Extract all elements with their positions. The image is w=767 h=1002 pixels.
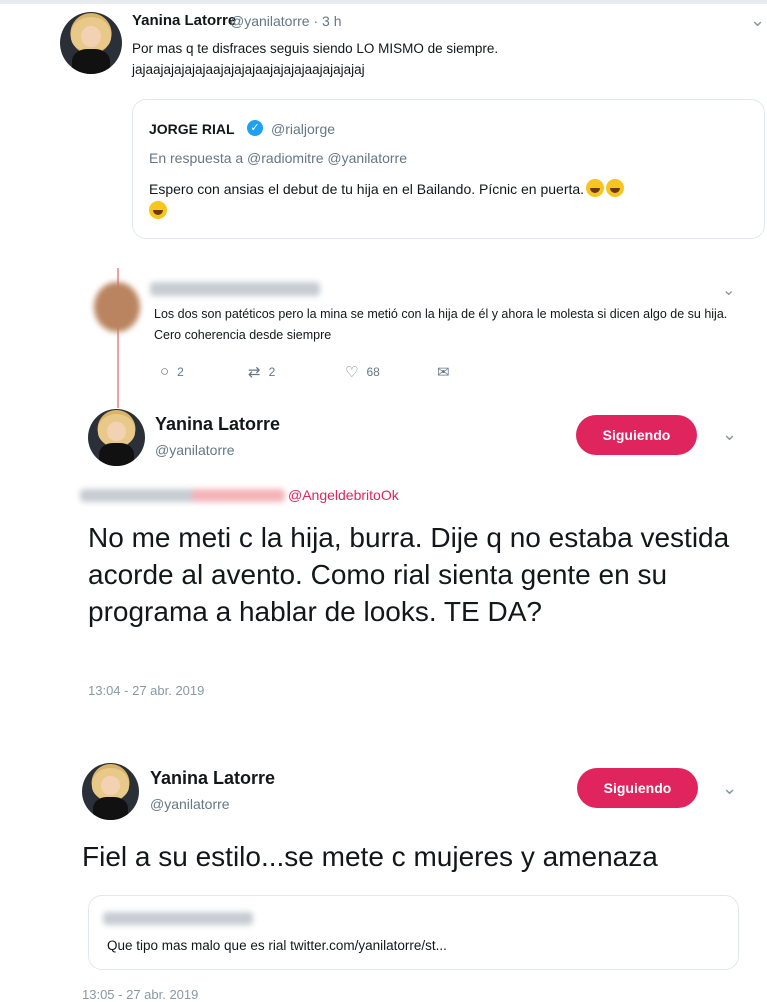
author-name[interactable]: Yanina Latorre — [150, 768, 275, 789]
reply-action[interactable]: ○ 2 — [160, 363, 184, 380]
blurred-reply-context — [80, 489, 285, 502]
heart-icon: ♡ — [345, 364, 359, 381]
like-count: 68 — [366, 365, 380, 379]
verified-badge-icon: ✓ — [247, 120, 263, 136]
reply-icon: ○ — [160, 363, 170, 380]
envelope-icon: ✉ — [437, 364, 450, 381]
tweet-text-line-2: jajaajajajajajaajajajajaajajajajaajajaja… — [132, 62, 365, 77]
following-button[interactable]: Siguiendo — [576, 415, 697, 455]
avatar[interactable] — [88, 409, 145, 466]
chevron-down-icon[interactable]: ⌄ — [750, 10, 765, 30]
author-handle: @yanilatorre — [150, 796, 230, 812]
retweet-icon: ⇄ — [248, 364, 261, 381]
laughing-emoji-icon — [149, 201, 167, 219]
link-card-text: Que tipo mas malo que es rial twitter.co… — [107, 938, 447, 953]
tweet-text: No me meti c la hija, burra. Dije q no e… — [88, 522, 730, 627]
quoted-author-handle: @rialjorge — [271, 121, 336, 137]
link-card[interactable]: Que tipo mas malo que es rial twitter.co… — [88, 895, 739, 970]
avatar[interactable] — [60, 12, 122, 74]
tweet-text: Fiel a su estilo...se mete c mujeres y a… — [82, 841, 658, 872]
quoted-reply-context: En respuesta a @radiomitre @yanilatorre — [149, 150, 407, 166]
reply-to-mention[interactable]: @AngeldebritoOk — [288, 487, 399, 503]
reply-count: 2 — [177, 364, 184, 379]
quoted-text: Espero con ansias el debut de tu hija en… — [149, 178, 749, 222]
blurred-avatar — [94, 282, 140, 332]
laughing-emoji-icon — [606, 179, 625, 197]
tweet-text: Por mas q te disfraces seguis siendo LO … — [132, 38, 732, 80]
blurred-link-author — [103, 912, 253, 925]
quoted-tweet[interactable]: JORGE RIAL ✓ @rialjorge En respuesta a @… — [132, 99, 765, 239]
reply-text: Los dos son patéticos pero la mina se me… — [154, 307, 728, 342]
tweet-text-line-1: Por mas q te disfraces seguis siendo LO … — [132, 41, 499, 56]
quoted-author-name: JORGE RIAL — [149, 121, 235, 137]
chevron-down-icon[interactable]: ⌄ — [722, 424, 737, 444]
author-name[interactable]: Yanina Latorre — [155, 414, 280, 435]
like-action[interactable]: ♡ 68 — [345, 363, 380, 381]
laughing-emoji-icon — [586, 179, 605, 197]
author-name[interactable]: Yanina Latorre — [132, 12, 236, 29]
author-handle: @yanilatorre — [155, 442, 235, 458]
retweet-count: 2 — [268, 365, 276, 379]
author-handle-time: @yanilatorre · 3 h — [230, 13, 342, 29]
direct-message-action[interactable]: ✉ — [437, 363, 450, 381]
tweet-timestamp[interactable]: 13:05 - 27 abr. 2019 — [82, 987, 198, 1002]
following-button[interactable]: Siguiendo — [577, 768, 698, 808]
top-divider — [0, 0, 767, 4]
retweet-action[interactable]: ⇄ 2 — [248, 363, 275, 381]
avatar[interactable] — [82, 763, 139, 820]
blurred-username — [150, 282, 320, 296]
chevron-down-icon[interactable]: ⌄ — [722, 778, 737, 798]
chevron-down-icon[interactable]: ⌄ — [722, 280, 736, 299]
quoted-text-body: Espero con ansias el debut de tu hija en… — [149, 181, 585, 197]
tweet-timestamp[interactable]: 13:04 - 27 abr. 2019 — [88, 683, 204, 698]
